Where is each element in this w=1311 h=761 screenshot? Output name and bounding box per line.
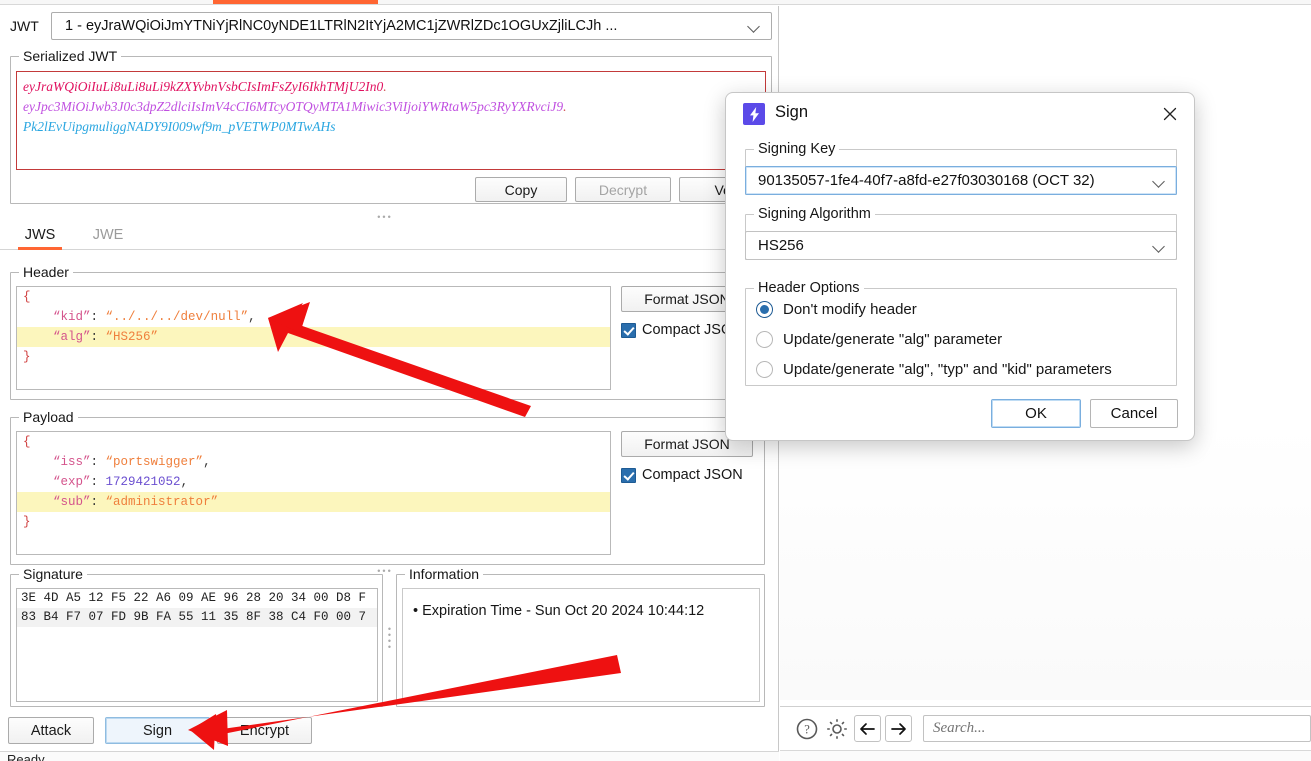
jwt-payload-segment: eyJpc3MiOiJwb3J0c3dpZ2dlciIsImV4cCI6MTcy… <box>23 99 564 114</box>
signature-legend: Signature <box>19 566 87 582</box>
radio-dont-modify-header[interactable]: Don't modify header <box>756 301 917 318</box>
right-panel-toolbar: ? <box>780 706 1311 750</box>
information-legend: Information <box>405 566 484 582</box>
sign-dialog: Sign Signing Key 90135057-1fe4-40f7-a8fd… <box>725 92 1195 441</box>
payload-json-line: } <box>23 515 31 529</box>
payload-json-line-highlighted: “sub”: “administrator” <box>17 492 610 512</box>
jwt-dropdown[interactable]: 1 - eyJraWQiOiJmYTNiYjRlNC0yNDE1LTRlN2It… <box>51 12 772 40</box>
arrow-right-icon <box>891 722 906 735</box>
payload-json-line: “iss”: “portswigger”, <box>53 455 211 469</box>
sign-dialog-title: Sign <box>775 103 809 121</box>
top-tab-strip <box>0 0 1311 5</box>
help-circle-icon[interactable]: ? <box>794 716 820 742</box>
header-options-group: Header Options Don't modify header Updat… <box>745 280 1177 386</box>
right-panel-bottom-strip <box>780 750 1311 761</box>
signing-key-legend: Signing Key <box>754 141 840 157</box>
serialized-jwt-legend: Serialized JWT <box>19 48 122 64</box>
ok-button[interactable]: OK <box>991 399 1081 428</box>
cancel-button[interactable]: Cancel <box>1090 399 1178 428</box>
attack-button[interactable]: Attack <box>8 717 94 744</box>
signing-algorithm-legend: Signing Algorithm <box>754 206 875 222</box>
close-icon[interactable] <box>1158 102 1182 126</box>
radio-update-alg[interactable]: Update/generate "alg" parameter <box>756 331 1002 348</box>
header-json-editor[interactable]: { “kid”: “../../../dev/null”, “alg”: “HS… <box>16 286 611 390</box>
active-tab-indicator <box>213 0 378 4</box>
tab-jws-label: JWS <box>24 227 56 243</box>
svg-text:?: ? <box>804 722 810 736</box>
header-json-line: “kid”: “../../../dev/null”, <box>53 310 256 324</box>
decrypt-button: Decrypt <box>575 177 671 202</box>
copy-button[interactable]: Copy <box>475 177 567 202</box>
radio-unselected-icon <box>756 361 773 378</box>
arrow-left-icon <box>860 722 875 735</box>
tab-jws[interactable]: JWS <box>10 220 70 250</box>
chevron-down-icon <box>747 19 761 33</box>
header-options-legend: Header Options <box>754 280 864 296</box>
payload-group: Payload { “iss”: “portswigger”, “exp”: 1… <box>10 409 765 565</box>
header-legend: Header <box>19 264 73 280</box>
header-group: Header { “kid”: “../../../dev/null”, “al… <box>10 264 765 400</box>
signature-hex-line: 83 B4 F7 07 FD 9B FA 55 11 35 8F 38 C4 F… <box>17 608 377 627</box>
signing-algorithm-dropdown[interactable]: HS256 <box>745 231 1177 260</box>
tab-jwe-label: JWE <box>92 227 124 243</box>
radio-dont-modify-header-label: Don't modify header <box>783 301 917 318</box>
payload-json-editor[interactable]: { “iss”: “portswigger”, “exp”: 172942105… <box>16 431 611 555</box>
chevron-down-icon <box>1152 174 1166 188</box>
encrypt-button[interactable]: Encrypt <box>217 717 312 744</box>
jws-jwe-tabbar: JWS JWE <box>0 220 779 250</box>
header-json-line: { <box>23 290 31 304</box>
payload-compact-json-label: Compact JSON <box>642 467 743 483</box>
search-box[interactable] <box>923 715 1311 742</box>
radio-update-alg-typ-kid[interactable]: Update/generate "alg", "typ" and "kid" p… <box>756 361 1112 378</box>
payload-legend: Payload <box>19 409 78 425</box>
signing-key-dropdown[interactable]: 90135057-1fe4-40f7-a8fd-e27f03030168 (OC… <box>745 166 1177 195</box>
header-json-line: } <box>23 350 31 364</box>
gear-icon[interactable] <box>824 716 850 742</box>
back-button[interactable] <box>854 715 881 742</box>
lightning-bolt-icon <box>743 103 765 125</box>
vertical-splitter[interactable]: • • • • <box>387 625 392 652</box>
signing-algorithm-value: HS256 <box>758 237 804 254</box>
jwt-editor-panel: JWT 1 - eyJraWQiOiJmYTNiYjRlNC0yNDE1LTRl… <box>0 6 779 761</box>
chevron-down-icon <box>1152 239 1166 253</box>
checkbox-checked-icon <box>621 467 636 483</box>
jwt-header-segment: eyJraWQiOiIuLi8uLi8uLi9kZXYvbnVsbCIsImFs… <box>23 79 384 94</box>
sign-button[interactable]: Sign <box>105 717 210 744</box>
status-bar: Ready <box>0 751 779 761</box>
jwt-label: JWT <box>10 18 39 34</box>
radio-update-alg-typ-kid-label: Update/generate "alg", "typ" and "kid" p… <box>783 361 1112 378</box>
signing-key-value: 90135057-1fe4-40f7-a8fd-e27f03030168 (OC… <box>758 172 1095 189</box>
jwt-separator-1: . <box>383 79 387 94</box>
tab-jwe[interactable]: JWE <box>78 220 138 250</box>
jwt-separator-2: . <box>563 99 567 114</box>
signature-hex-view[interactable]: 3E 4D A5 12 F5 22 A6 09 AE 96 28 20 34 0… <box>16 588 378 702</box>
information-item: Expiration Time - Sun Oct 20 2024 10:44:… <box>413 603 749 619</box>
radio-update-alg-label: Update/generate "alg" parameter <box>783 331 1003 348</box>
radio-unselected-icon <box>756 331 773 348</box>
jwt-signature-segment: Pk2lEvUipgmuliggNADY9I009wf9m_pVETWP0MTw… <box>23 119 336 134</box>
search-input[interactable] <box>931 719 1303 738</box>
sign-dialog-titlebar: Sign <box>726 93 1194 137</box>
checkbox-checked-icon <box>621 322 636 338</box>
information-group: Information Expiration Time - Sun Oct 20… <box>396 566 765 707</box>
radio-selected-icon <box>756 301 773 318</box>
payload-json-line: { <box>23 435 31 449</box>
jwt-selector-row: JWT 1 - eyJraWQiOiJmYTNiYjRlNC0yNDE1LTRl… <box>10 12 772 40</box>
payload-json-line: “exp”: 1729421052, <box>53 475 189 489</box>
payload-compact-json-checkbox[interactable]: Compact JSON <box>621 467 753 483</box>
header-json-line-highlighted: “alg”: “HS256” <box>17 327 610 347</box>
serialized-jwt-group: Serialized JWT eyJraWQiOiIuLi8uLi8uLi9kZ… <box>10 48 772 204</box>
serialized-button-row: Copy Decrypt Ver <box>16 177 771 202</box>
signature-group: Signature 3E 4D A5 12 F5 22 A6 09 AE 96 … <box>10 566 383 707</box>
signature-hex-line: 3E 4D A5 12 F5 22 A6 09 AE 96 28 20 34 0… <box>21 591 367 605</box>
forward-button[interactable] <box>885 715 912 742</box>
information-list: Expiration Time - Sun Oct 20 2024 10:44:… <box>402 588 760 702</box>
serialized-jwt-textarea[interactable]: eyJraWQiOiIuLi8uLi8uLi9kZXYvbnVsbCIsImFs… <box>16 71 766 170</box>
jwt-dropdown-value: 1 - eyJraWQiOiJmYTNiYjRlNC0yNDE1LTRlN2It… <box>65 18 618 34</box>
